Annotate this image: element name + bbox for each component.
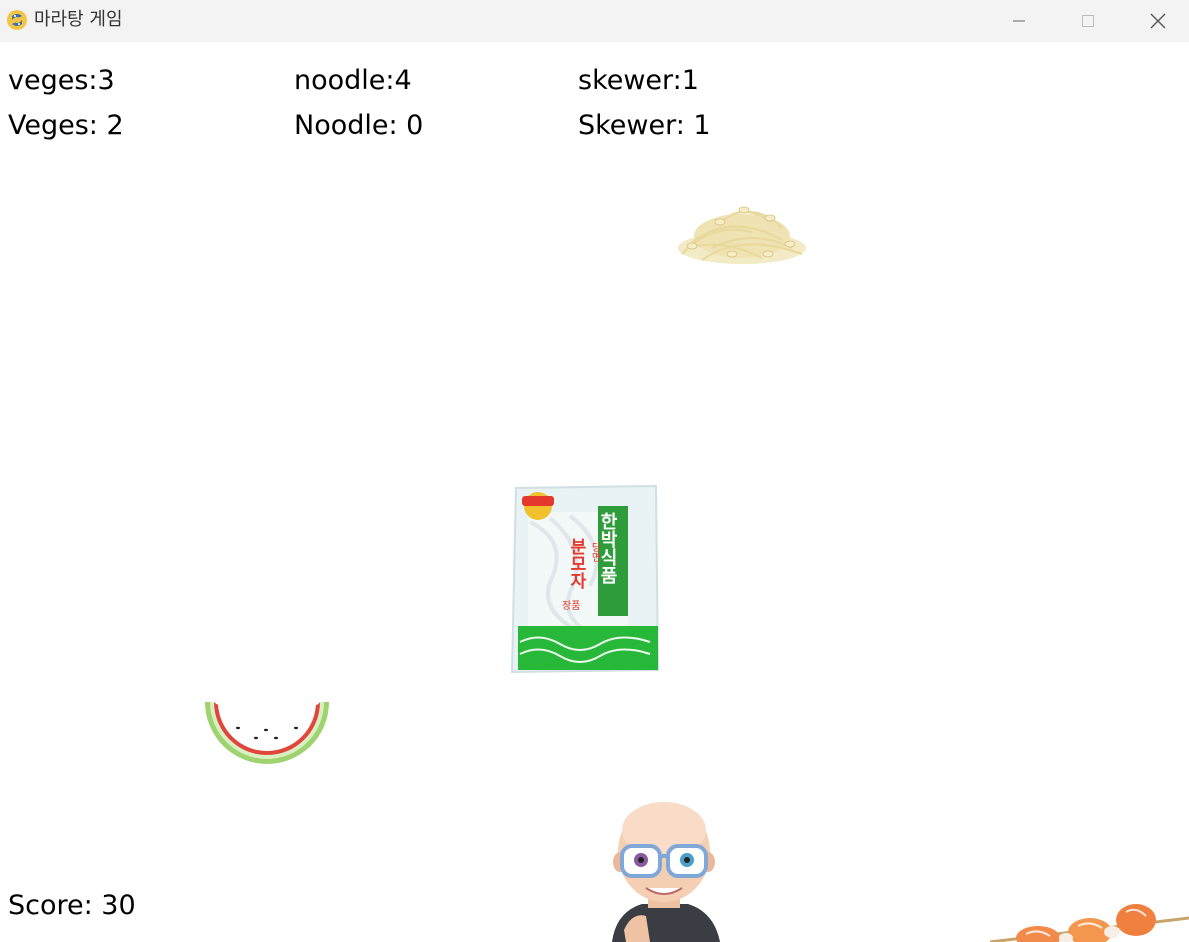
target-skewer: skewer:1: [578, 65, 699, 96]
collected-noodle: Noodle: 0: [294, 110, 424, 141]
watermelon-slice-sprite: [205, 702, 329, 764]
collected-skewer: Skewer: 1: [578, 110, 711, 141]
noodle-product-text: 분모자: [566, 538, 586, 589]
minimize-icon: [1013, 20, 1025, 22]
game-window: 마라탕 게임 veges:3 noodle:4 skewer:1 Veges: …: [0, 0, 1189, 942]
noodle-brand-text: 한박식품: [597, 512, 618, 584]
noodle-sub-text: 당면: [589, 542, 600, 562]
window-title: 마라탕 게임: [34, 9, 123, 30]
score-label: Score: 30: [8, 890, 136, 921]
target-veges: veges:3: [8, 65, 115, 96]
maximize-icon: [1082, 15, 1094, 27]
memoji-avatar-player: [612, 802, 720, 942]
bean-sprouts-sprite: [678, 206, 806, 264]
collected-veges: Veges: 2: [8, 110, 124, 141]
maximize-button[interactable]: [1065, 0, 1111, 42]
title-bar[interactable]: 마라탕 게임: [0, 0, 1189, 42]
minimize-button[interactable]: [996, 0, 1042, 42]
shrimp-skewer-sprite: [990, 904, 1189, 942]
close-button[interactable]: [1135, 0, 1181, 42]
python-snake-icon: [7, 10, 27, 30]
close-icon: [1150, 13, 1166, 29]
target-noodle: noodle:4: [294, 65, 412, 96]
noodle-variant-text: 장품: [562, 601, 581, 612]
game-canvas[interactable]: veges:3 noodle:4 skewer:1 Veges: 2 Noodl…: [0, 42, 1189, 942]
